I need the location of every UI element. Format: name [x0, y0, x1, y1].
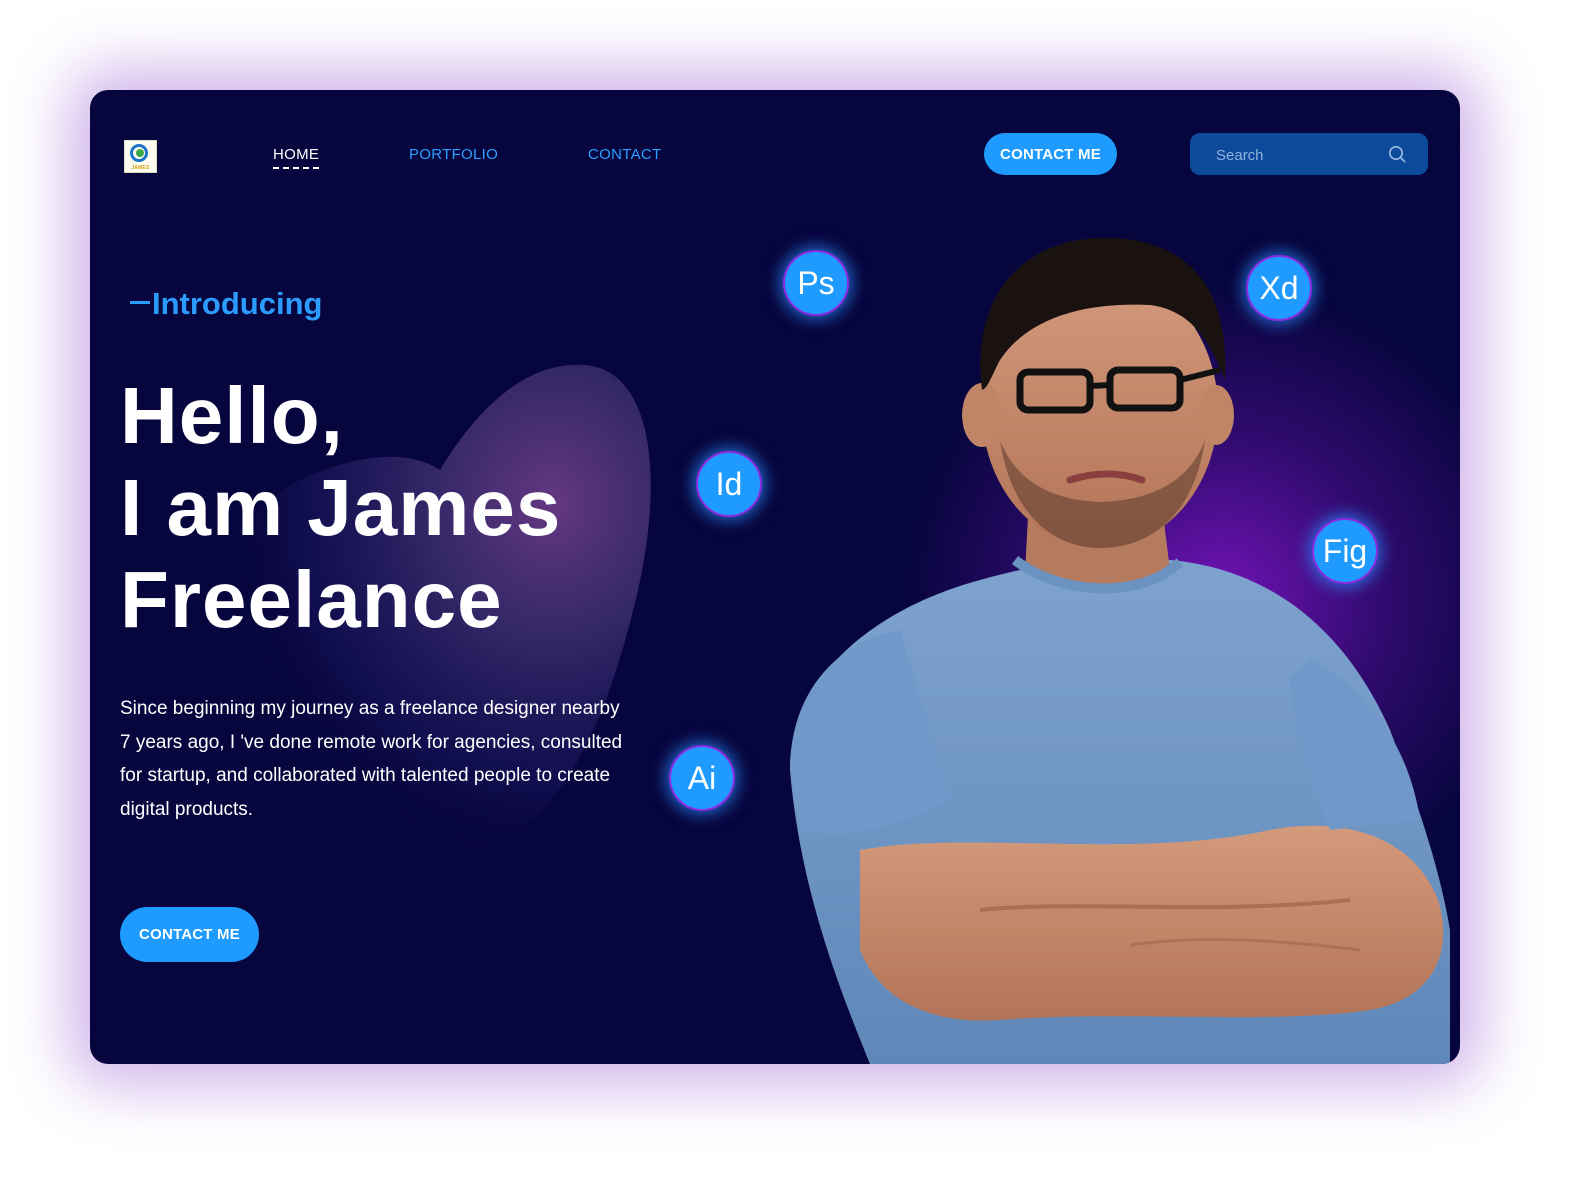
badge-xd: Xd [1246, 255, 1312, 321]
logo-icon[interactable]: JAMES [124, 140, 157, 173]
portrait-image [790, 237, 1450, 1064]
nav-link-contact[interactable]: CONTACT [588, 146, 661, 163]
search-box [1190, 133, 1428, 177]
intro-dash [130, 301, 150, 305]
contact-me-nav-button[interactable]: CONTACT ME [984, 133, 1117, 175]
hero-title: Hello, I am James Freelance [120, 370, 561, 646]
intro-text: Introducing [152, 286, 323, 321]
page-stage: JAMES HOME PORTFOLIO CONTACT CONTACT ME … [0, 0, 1584, 1185]
nav-link-portfolio[interactable]: PORTFOLIO [409, 146, 498, 163]
hero-title-line-3: Freelance [120, 555, 503, 644]
hero-title-line-2: I am James [120, 463, 562, 552]
badge-indesign: Id [696, 451, 762, 517]
badge-illustrator: Ai [669, 745, 735, 811]
badge-photoshop: Ps [783, 250, 849, 316]
landing-card: JAMES HOME PORTFOLIO CONTACT CONTACT ME … [90, 90, 1460, 1064]
logo-dot [136, 149, 144, 157]
bio-paragraph: Since beginning my journey as a freelanc… [120, 698, 623, 820]
badge-figma: Fig [1312, 518, 1378, 584]
search-icon[interactable] [1388, 145, 1406, 163]
hero-title-line-1: Hello, [120, 371, 344, 460]
nav-link-home[interactable]: HOME [273, 146, 320, 169]
intro-label: Introducing [130, 286, 322, 322]
search-input[interactable] [1214, 133, 1388, 177]
contact-me-hero-button[interactable]: CONTACT ME [120, 907, 259, 962]
logo-text: JAMES [131, 165, 150, 171]
